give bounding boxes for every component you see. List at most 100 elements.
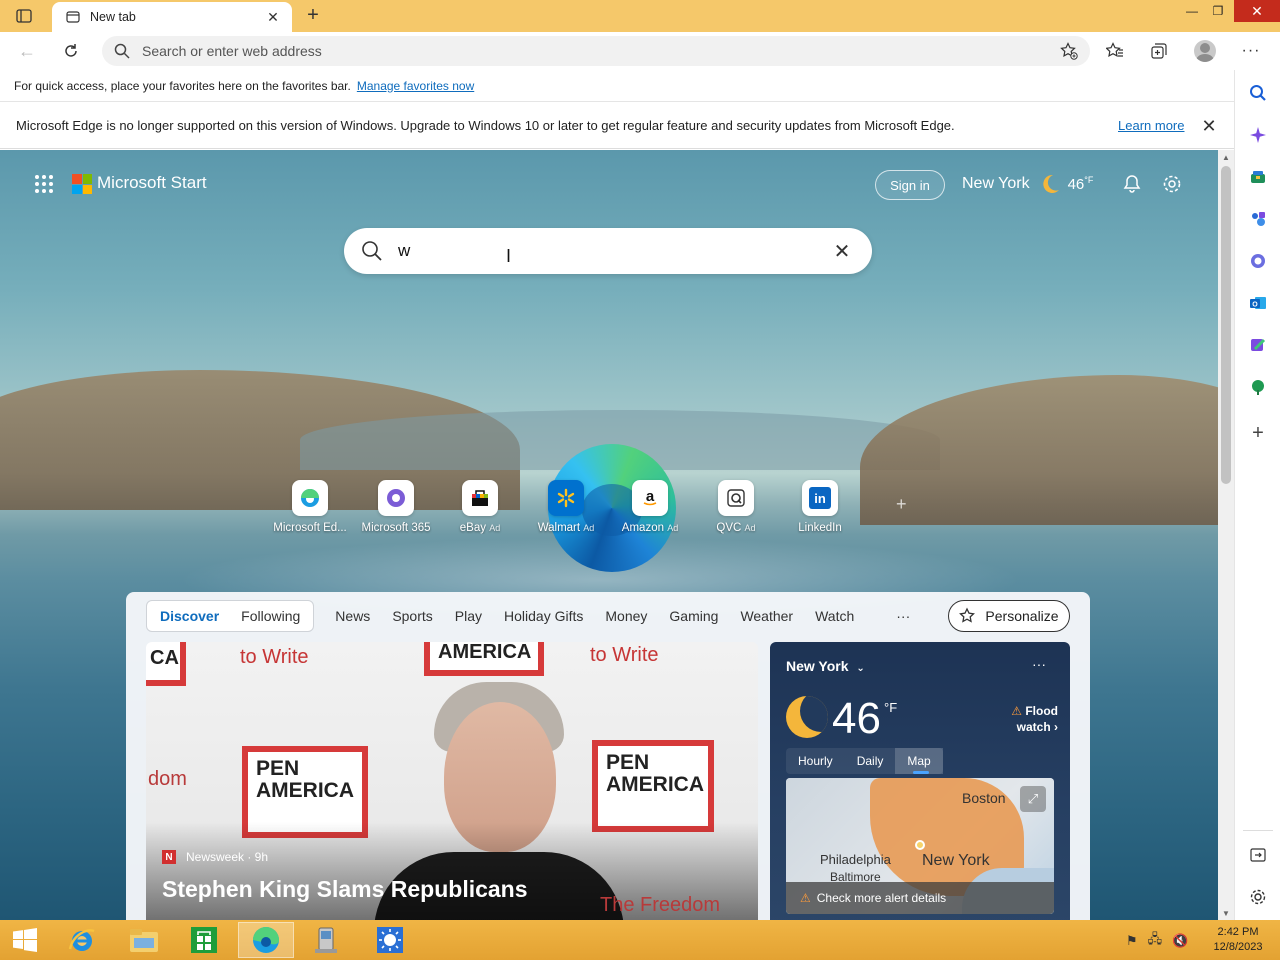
tab-gaming[interactable]: Gaming (658, 601, 729, 631)
news-card[interactable]: CA to Write AMERICA to Write dom PEN AME… (146, 642, 758, 920)
background-sign-text: The Freedom (600, 894, 721, 916)
header-weather[interactable]: New York 46°F (962, 172, 1093, 196)
network-icon[interactable]: 🖧 (1148, 930, 1163, 952)
walmart-icon (548, 480, 584, 516)
personalize-button[interactable]: Personalize (948, 600, 1070, 632)
top-site-amazon[interactable]: a Amazon Ad (610, 480, 690, 540)
favorites-icon[interactable] (1102, 39, 1128, 63)
tab-discover[interactable]: Discover (149, 601, 230, 631)
sidebar-m365-icon[interactable] (1247, 250, 1269, 272)
tab-map[interactable]: Map (895, 748, 943, 774)
top-site-linkedin[interactable]: in LinkedIn (780, 480, 860, 540)
taskbar-edge[interactable] (238, 922, 294, 958)
tab-sports[interactable]: Sports (381, 601, 443, 631)
weather-map[interactable]: Boston Philadelphia New York Baltimore ⤢… (786, 778, 1054, 914)
news-source: N Newsweek · 9h (162, 850, 268, 864)
expand-map-icon[interactable]: ⤢ (1020, 786, 1046, 812)
collections-icon[interactable] (1146, 39, 1172, 63)
address-bar[interactable]: Search or enter web address (102, 36, 1090, 66)
tab-following[interactable]: Following (230, 601, 311, 631)
weather-card[interactable]: New York ⌄ ··· 46 °F ⚠ Flood watch › Hou… (770, 642, 1070, 920)
taskbar-device-app[interactable] (298, 922, 354, 958)
close-infobar-icon[interactable]: ✕ (1198, 115, 1220, 137)
page-scrollbar[interactable]: ▲ ▼ (1218, 150, 1234, 920)
sidebar-games-icon[interactable] (1247, 208, 1269, 230)
close-window-button[interactable]: ✕ (1234, 0, 1280, 22)
new-tab-button[interactable]: + (302, 4, 324, 26)
learn-more-link[interactable]: Learn more (1118, 118, 1184, 133)
tab-play[interactable]: Play (444, 601, 493, 631)
search-input[interactable] (398, 238, 818, 264)
manage-favorites-link[interactable]: Manage favorites now (357, 79, 474, 93)
minimize-button[interactable]: — (1178, 0, 1206, 22)
weather-card-location[interactable]: New York ⌄ (786, 658, 865, 674)
qvc-icon (718, 480, 754, 516)
start-button[interactable] (0, 922, 50, 958)
close-tab-icon[interactable]: ✕ (264, 8, 282, 26)
back-button[interactable]: ← (14, 39, 40, 63)
scroll-up-icon[interactable]: ▲ (1218, 150, 1234, 164)
app-launcher-icon[interactable] (34, 174, 54, 194)
top-site-label: QVC Ad (716, 522, 756, 534)
add-favorite-icon[interactable] (1060, 42, 1078, 60)
sidebar-drop-icon[interactable] (1247, 334, 1269, 356)
profile-avatar[interactable] (1192, 39, 1218, 63)
top-site-walmart[interactable]: Walmart Ad (526, 480, 606, 540)
volume-muted-icon[interactable]: 🔇 (1172, 933, 1188, 949)
tab-weather[interactable]: Weather (729, 601, 804, 631)
feed-tab-group: Discover Following (146, 600, 315, 632)
brand-title[interactable]: Microsoft Start (97, 173, 207, 193)
sidebar-shopping-icon[interactable] (1247, 166, 1269, 188)
windows-taskbar: ⚑ 🖧 🔇 2:42 PM 12/8/2023 (0, 920, 1280, 960)
more-tabs-icon[interactable]: ··· (885, 601, 921, 631)
tab-money[interactable]: Money (594, 601, 658, 631)
top-site-microsoft-365[interactable]: Microsoft 365 (356, 480, 436, 540)
taskbar-internet-explorer[interactable] (54, 922, 110, 958)
map-city-label: Philadelphia (820, 852, 891, 867)
page-settings-icon[interactable] (1160, 172, 1184, 196)
sidebar-copilot-icon[interactable] (1247, 124, 1269, 146)
scroll-down-icon[interactable]: ▼ (1218, 906, 1234, 920)
restore-button[interactable]: ❐ (1204, 0, 1232, 22)
tab-daily[interactable]: Daily (845, 748, 896, 774)
address-placeholder[interactable]: Search or enter web address (142, 43, 1060, 59)
sign-in-button[interactable]: Sign in (875, 170, 945, 200)
sidebar-hide-icon[interactable] (1247, 844, 1269, 866)
sidebar-add-icon[interactable]: + (1247, 422, 1269, 444)
sidebar-tree-icon[interactable] (1247, 376, 1269, 398)
sidebar-settings-icon[interactable] (1247, 886, 1269, 908)
tab-hourly[interactable]: Hourly (786, 748, 845, 774)
map-alert-bar[interactable]: ⚠ Check more alert details (786, 882, 1054, 914)
more-menu-icon[interactable]: ··· (1238, 39, 1264, 63)
taskbar-settings-app[interactable] (362, 922, 418, 958)
add-site-icon[interactable]: + (896, 494, 907, 515)
action-center-flag-icon[interactable]: ⚑ (1126, 933, 1138, 949)
unsupported-os-infobar: Microsoft Edge is no longer supported on… (0, 103, 1234, 149)
weather-more-icon[interactable]: ··· (1032, 656, 1046, 672)
tab-actions-icon[interactable] (10, 6, 38, 26)
top-site-qvc[interactable]: QVC Ad (696, 480, 776, 540)
taskbar-file-explorer[interactable] (116, 922, 172, 958)
tab-holiday-gifts[interactable]: Holiday Gifts (493, 601, 594, 631)
notifications-bell-icon[interactable] (1120, 172, 1144, 196)
tab-new-tab[interactable]: New tab ✕ (52, 2, 292, 32)
taskbar-store[interactable] (176, 922, 232, 958)
top-site-microsoft-edge[interactable]: Microsoft Ed... (270, 480, 350, 540)
web-search-box[interactable]: ✕ (344, 228, 872, 274)
news-headline[interactable]: Stephen King Slams Republicans (162, 876, 528, 903)
sidebar-search-icon[interactable] (1247, 82, 1269, 104)
sidebar-outlook-icon[interactable]: O (1247, 292, 1269, 314)
clear-search-icon[interactable]: ✕ (830, 239, 854, 263)
personalize-label: Personalize (985, 608, 1059, 624)
refresh-button[interactable] (58, 39, 84, 63)
tab-news[interactable]: News (324, 601, 381, 631)
scrollbar-thumb[interactable] (1221, 166, 1231, 484)
chevron-right-icon: › (1054, 719, 1058, 734)
top-site-label: Walmart Ad (537, 522, 595, 534)
top-site-ebay[interactable]: eBay Ad (440, 480, 520, 540)
top-site-label: Microsoft Ed... (273, 522, 347, 534)
flood-watch-alert[interactable]: ⚠ Flood watch › (988, 704, 1058, 735)
tab-watch[interactable]: Watch (804, 601, 865, 631)
taskbar-clock[interactable]: 2:42 PM 12/8/2023 (1206, 925, 1270, 955)
store-icon (191, 927, 217, 953)
